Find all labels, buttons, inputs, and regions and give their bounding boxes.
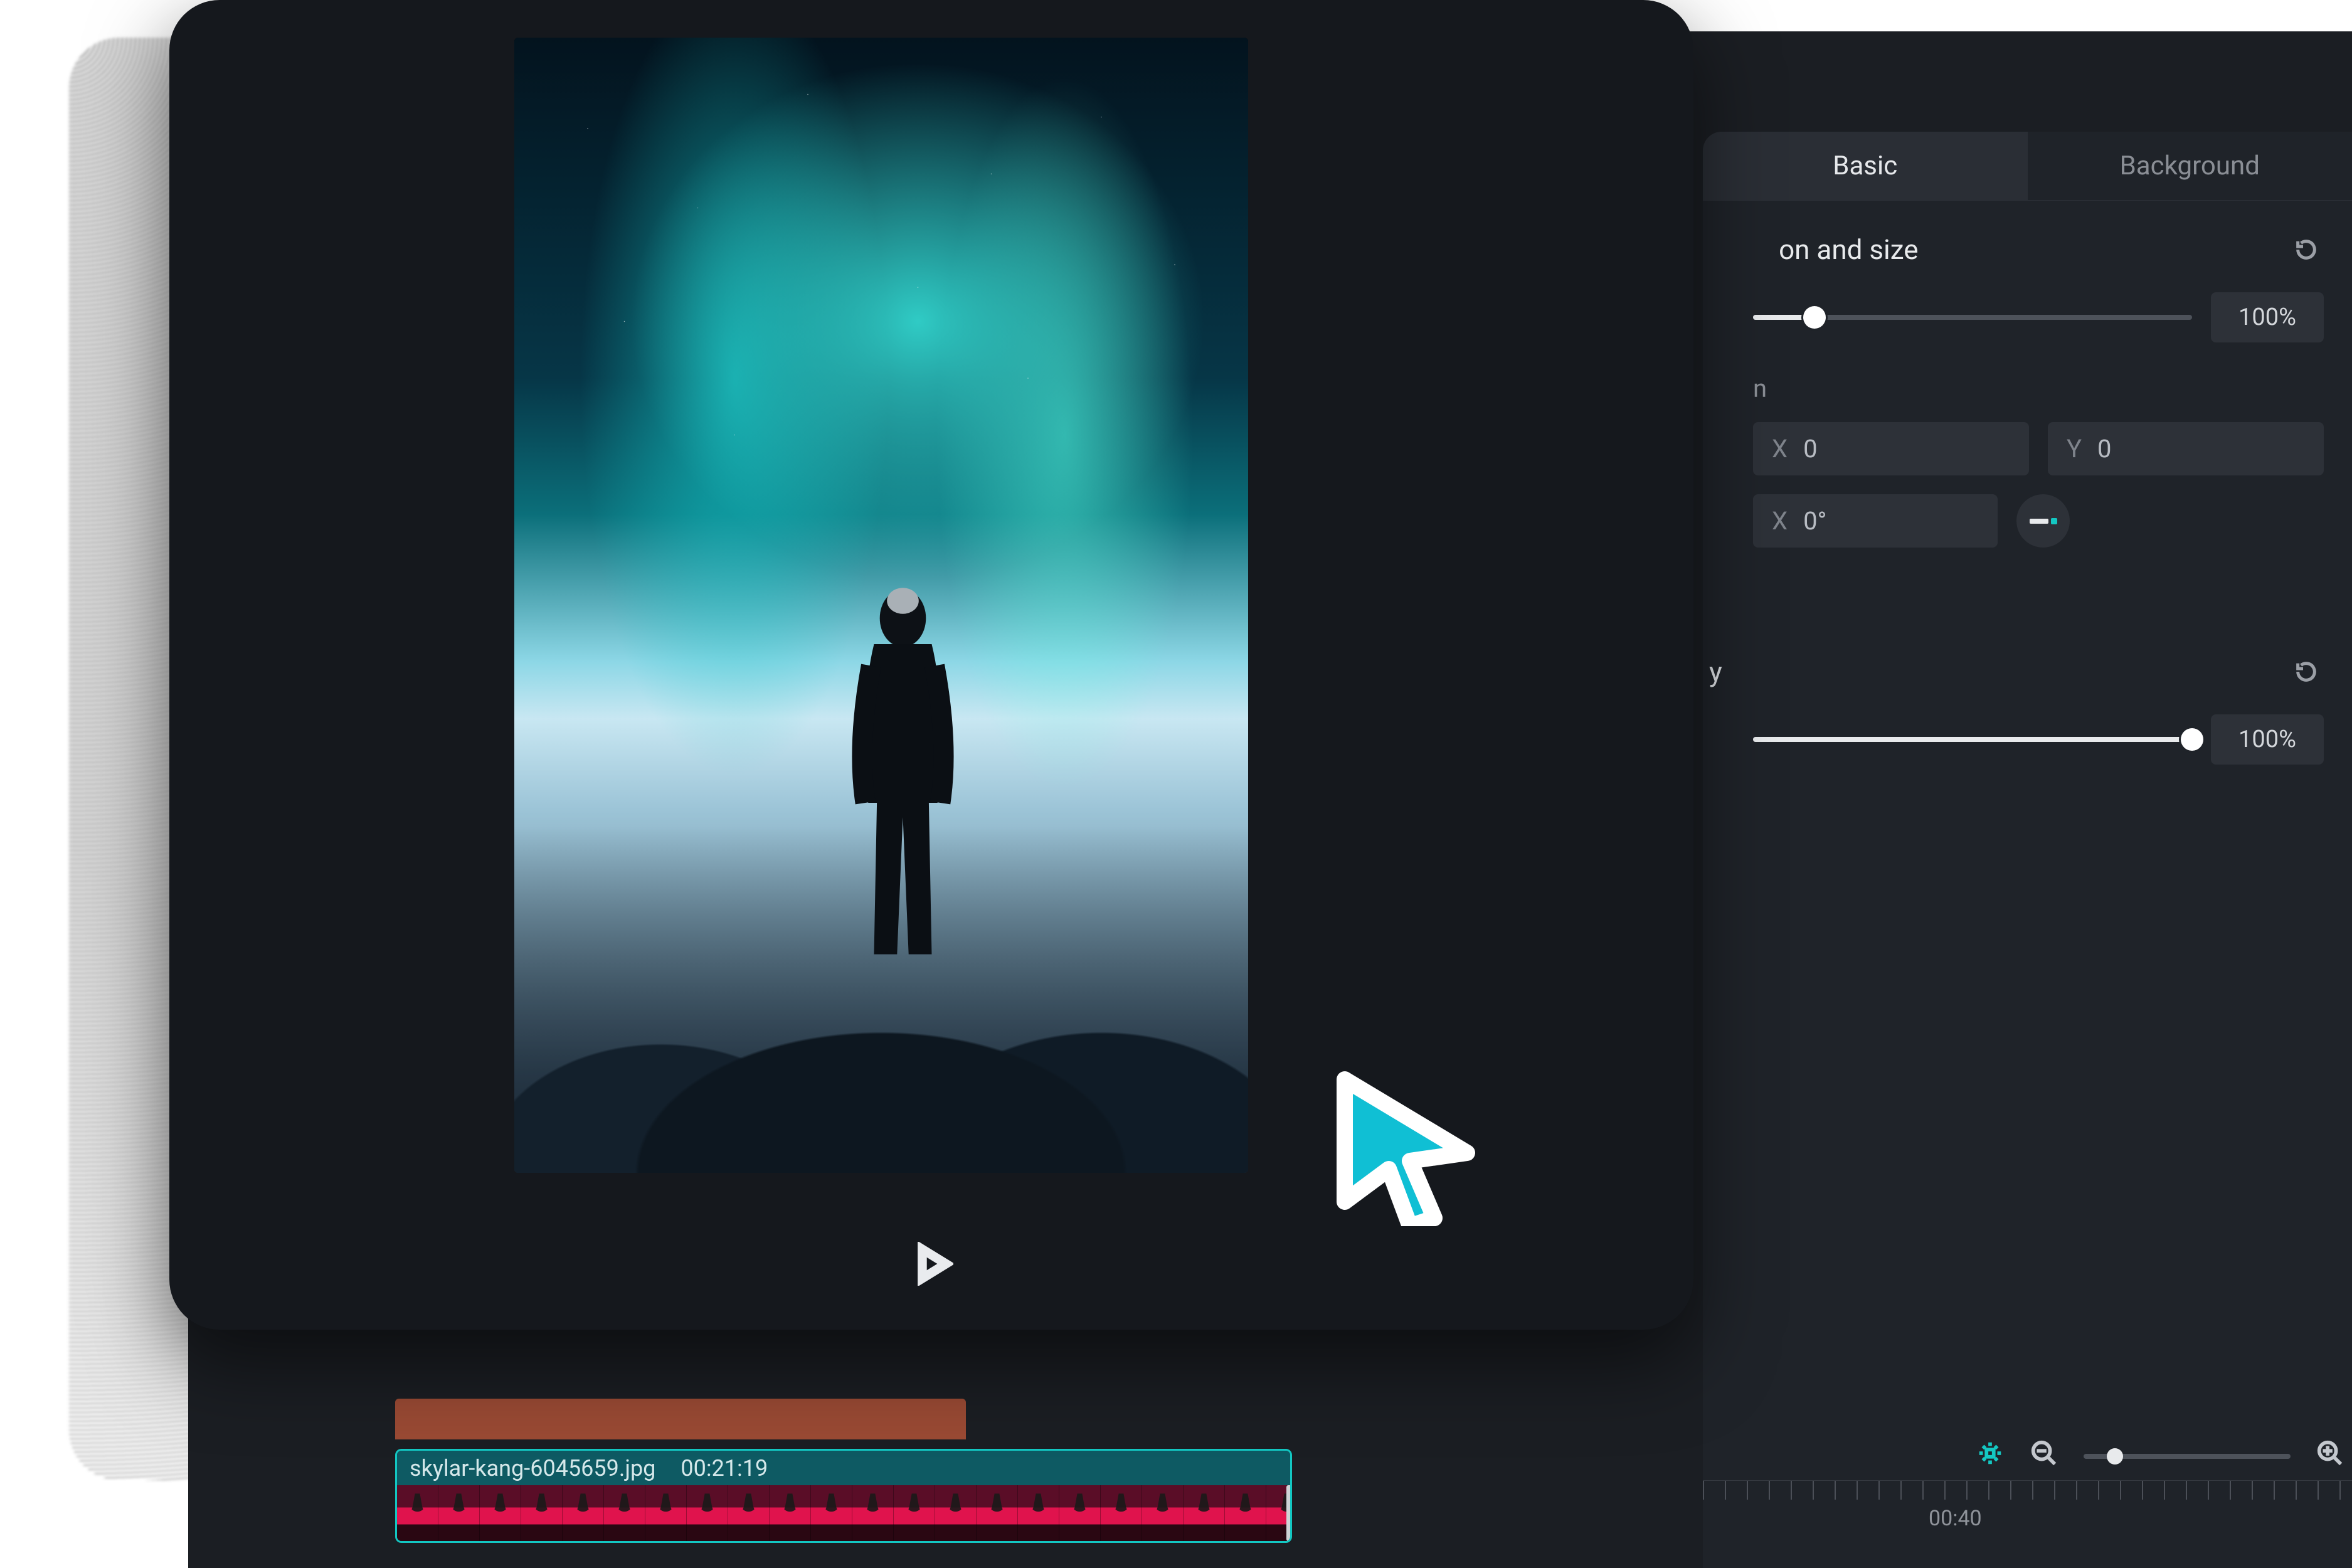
- rotation-toggle-button[interactable]: [2016, 494, 2070, 548]
- opacity-value[interactable]: 100%: [2211, 714, 2324, 765]
- scale-value[interactable]: 100%: [2211, 292, 2324, 342]
- section-position-size-title: PositiPosition and sizeon and size: [1709, 233, 1919, 266]
- clip-trim-handle[interactable]: [1286, 1485, 1292, 1541]
- zoom-out-button[interactable]: [2030, 1439, 2058, 1474]
- position-row-label: n: [1753, 374, 2324, 403]
- clip-duration: 00:21:19: [681, 1455, 768, 1481]
- reset-icon: [2294, 659, 2319, 684]
- position-x-value: 0: [1803, 434, 1817, 464]
- position-y-field[interactable]: Y 0: [2048, 422, 2324, 475]
- axis-x-label: X: [1772, 434, 1788, 464]
- zoom-slider[interactable]: [2084, 1454, 2291, 1459]
- section-opacity-label: y: [1709, 655, 1722, 688]
- tab-basic[interactable]: Basic: [1703, 132, 2028, 200]
- zoom-in-button[interactable]: [2316, 1439, 2344, 1474]
- tab-background[interactable]: Background: [2028, 132, 2352, 200]
- person-silhouette: [831, 580, 975, 968]
- play-icon: [909, 1242, 953, 1286]
- rotation-x-field[interactable]: X 0°: [1753, 494, 1998, 548]
- reset-icon: [2294, 237, 2319, 262]
- zoom-bar: [1703, 1439, 2352, 1474]
- position-y-value: 0: [2097, 434, 2111, 464]
- rotation-x-value: 0°: [1803, 506, 1826, 536]
- opacity-slider[interactable]: [1753, 737, 2192, 742]
- timeline-clip[interactable]: skylar-kang-6045659.jpg 00:21:19: [395, 1449, 1292, 1543]
- inspector-tabs: Basic Background: [1703, 132, 2352, 201]
- clip-thumbnail-strip: [397, 1485, 1290, 1541]
- timeline-settings-icon[interactable]: [1976, 1439, 2005, 1474]
- reset-opacity-button[interactable]: [2289, 654, 2324, 689]
- cursor-overlay-icon: [1320, 1063, 1483, 1226]
- ruler-time-label: 00:40: [1929, 1506, 1982, 1531]
- dash-icon: [2030, 519, 2048, 524]
- scale-slider[interactable]: [1753, 315, 2192, 320]
- rotation-axis-label: X: [1772, 506, 1788, 536]
- preview-card: [169, 0, 1693, 1330]
- clip-filename: skylar-kang-6045659.jpg: [410, 1455, 655, 1481]
- timeline-clip-header: skylar-kang-6045659.jpg 00:21:19: [397, 1451, 1290, 1485]
- preview-viewport[interactable]: [514, 38, 1248, 1173]
- dot-icon: [2051, 518, 2057, 524]
- timeline-ruler[interactable]: 00:40: [1703, 1480, 2352, 1568]
- timeline-track-spacer: [395, 1399, 966, 1439]
- position-x-field[interactable]: X 0: [1753, 422, 2029, 475]
- reset-position-size-button[interactable]: [2289, 232, 2324, 267]
- play-button[interactable]: [909, 1242, 953, 1286]
- axis-y-label: Y: [2067, 434, 2082, 464]
- inspector-panel: Basic Background PositiPosition and size…: [1703, 132, 2352, 1568]
- preview-image: [514, 38, 1248, 1173]
